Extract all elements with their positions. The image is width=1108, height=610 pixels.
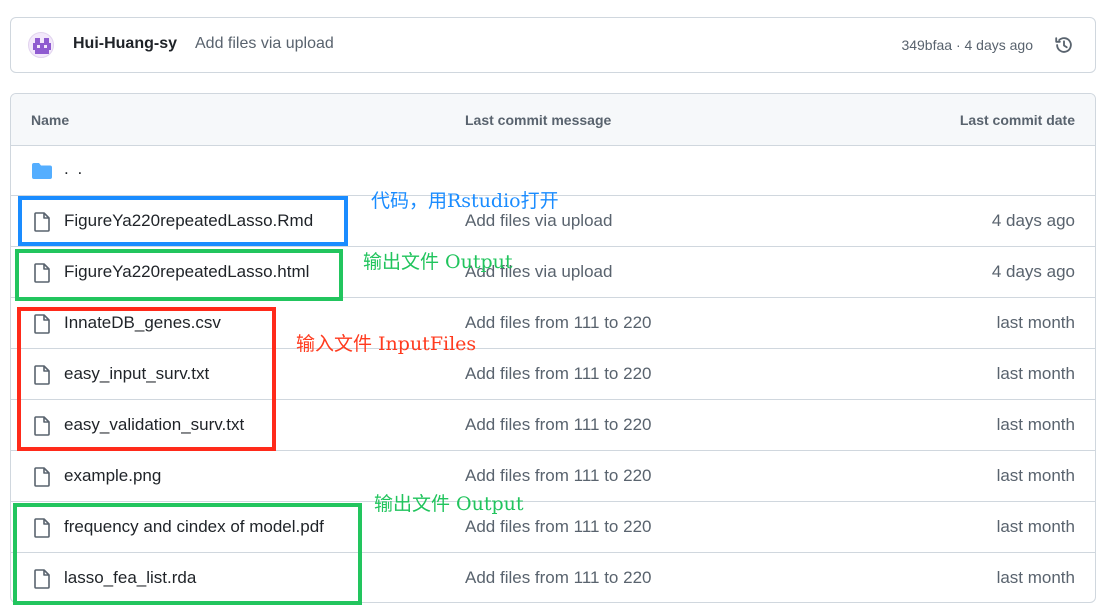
file-name-link[interactable]: easy_input_surv.txt [64, 364, 209, 384]
file-row[interactable]: easy_validation_surv.txt Add files from 1… [11, 400, 1095, 451]
file-commit-date: last month [996, 313, 1075, 332]
file-commit-date: 4 days ago [991, 211, 1075, 230]
file-icon [34, 467, 50, 487]
file-name-link[interactable]: InnateDB_genes.csv [64, 313, 221, 333]
latest-commit-bar: Hui-Huang-sy Add files via upload 349bfa… [10, 17, 1096, 73]
file-commit-date: last month [996, 517, 1075, 536]
file-name-link[interactable]: example.png [64, 466, 161, 486]
commit-message-link[interactable]: Add files via upload [195, 35, 334, 53]
file-icon [34, 518, 50, 538]
file-name-link[interactable]: frequency and cindex of model.pdf [64, 517, 324, 537]
file-icon [34, 569, 50, 589]
file-name-link[interactable]: FigureYa220repeatedLasso.Rmd [64, 211, 313, 231]
file-name-link[interactable]: easy_validation_surv.txt [64, 415, 244, 435]
folder-icon [32, 163, 52, 179]
file-row[interactable]: frequency and cindex of model.pdf Add fil… [11, 502, 1095, 553]
annotation-output-2-label: 输出文件 Output [374, 493, 524, 515]
file-commit-date: last month [996, 364, 1075, 383]
file-commit-date: 4 days ago [991, 262, 1075, 281]
identicon-icon [33, 38, 51, 54]
file-commit-message-link[interactable]: Add files from 111 to 220 [465, 466, 651, 486]
file-commit-message-link[interactable]: Add files from 111 to 220 [465, 313, 651, 333]
file-row[interactable]: easy_input_surv.txt Add files from 111 to… [11, 349, 1095, 400]
commit-sha-and-time[interactable]: 349bfaa · 4 days ago [901, 37, 1033, 53]
header-last-commit-message: Last commit message [465, 112, 612, 128]
header-last-commit-date: Last commit date [959, 112, 1075, 128]
header-name: Name [31, 112, 70, 128]
table-header: Name Last commit message Last commit dat… [11, 94, 1095, 146]
file-icon [34, 314, 50, 334]
file-commit-date: last month [996, 415, 1075, 434]
annotation-input-label: 输入文件 InputFiles [296, 333, 477, 355]
file-row[interactable]: FigureYa220repeatedLasso.html Add files v… [11, 247, 1095, 298]
file-table: Name Last commit message Last commit dat… [10, 93, 1096, 603]
file-row[interactable]: example.png Add files from 111 to 220 last… [11, 451, 1095, 502]
file-commit-message-link[interactable]: Add files from 111 to 220 [465, 568, 651, 588]
file-name-link[interactable]: FigureYa220repeatedLasso.html [64, 262, 309, 282]
annotation-code-label: 代码，用Rstudio打开 [371, 190, 559, 212]
file-row[interactable]: InnateDB_genes.csv Add files from 111 to … [11, 298, 1095, 349]
file-commit-date: last month [996, 466, 1075, 485]
file-commit-message-link[interactable]: Add files from 111 to 220 [465, 415, 651, 435]
file-row[interactable]: lasso_fea_list.rda Add files from 111 to … [11, 553, 1095, 602]
history-icon[interactable] [1053, 34, 1075, 56]
file-icon [34, 263, 50, 283]
file-commit-date: last month [996, 568, 1075, 587]
file-icon [34, 212, 50, 232]
parent-directory-link[interactable]: . . [64, 159, 84, 179]
annotation-output-1-label: 输出文件 Output [363, 251, 513, 273]
file-icon [34, 416, 50, 436]
file-name-link[interactable]: lasso_fea_list.rda [64, 568, 196, 588]
file-commit-message-link[interactable]: Add files via upload [465, 211, 612, 231]
file-commit-message-link[interactable]: Add files from 111 to 220 [465, 364, 651, 384]
file-commit-message-link[interactable]: Add files from 111 to 220 [465, 517, 651, 537]
avatar[interactable] [28, 32, 54, 58]
commit-author-link[interactable]: Hui-Huang-sy [73, 35, 177, 53]
file-icon [34, 365, 50, 385]
